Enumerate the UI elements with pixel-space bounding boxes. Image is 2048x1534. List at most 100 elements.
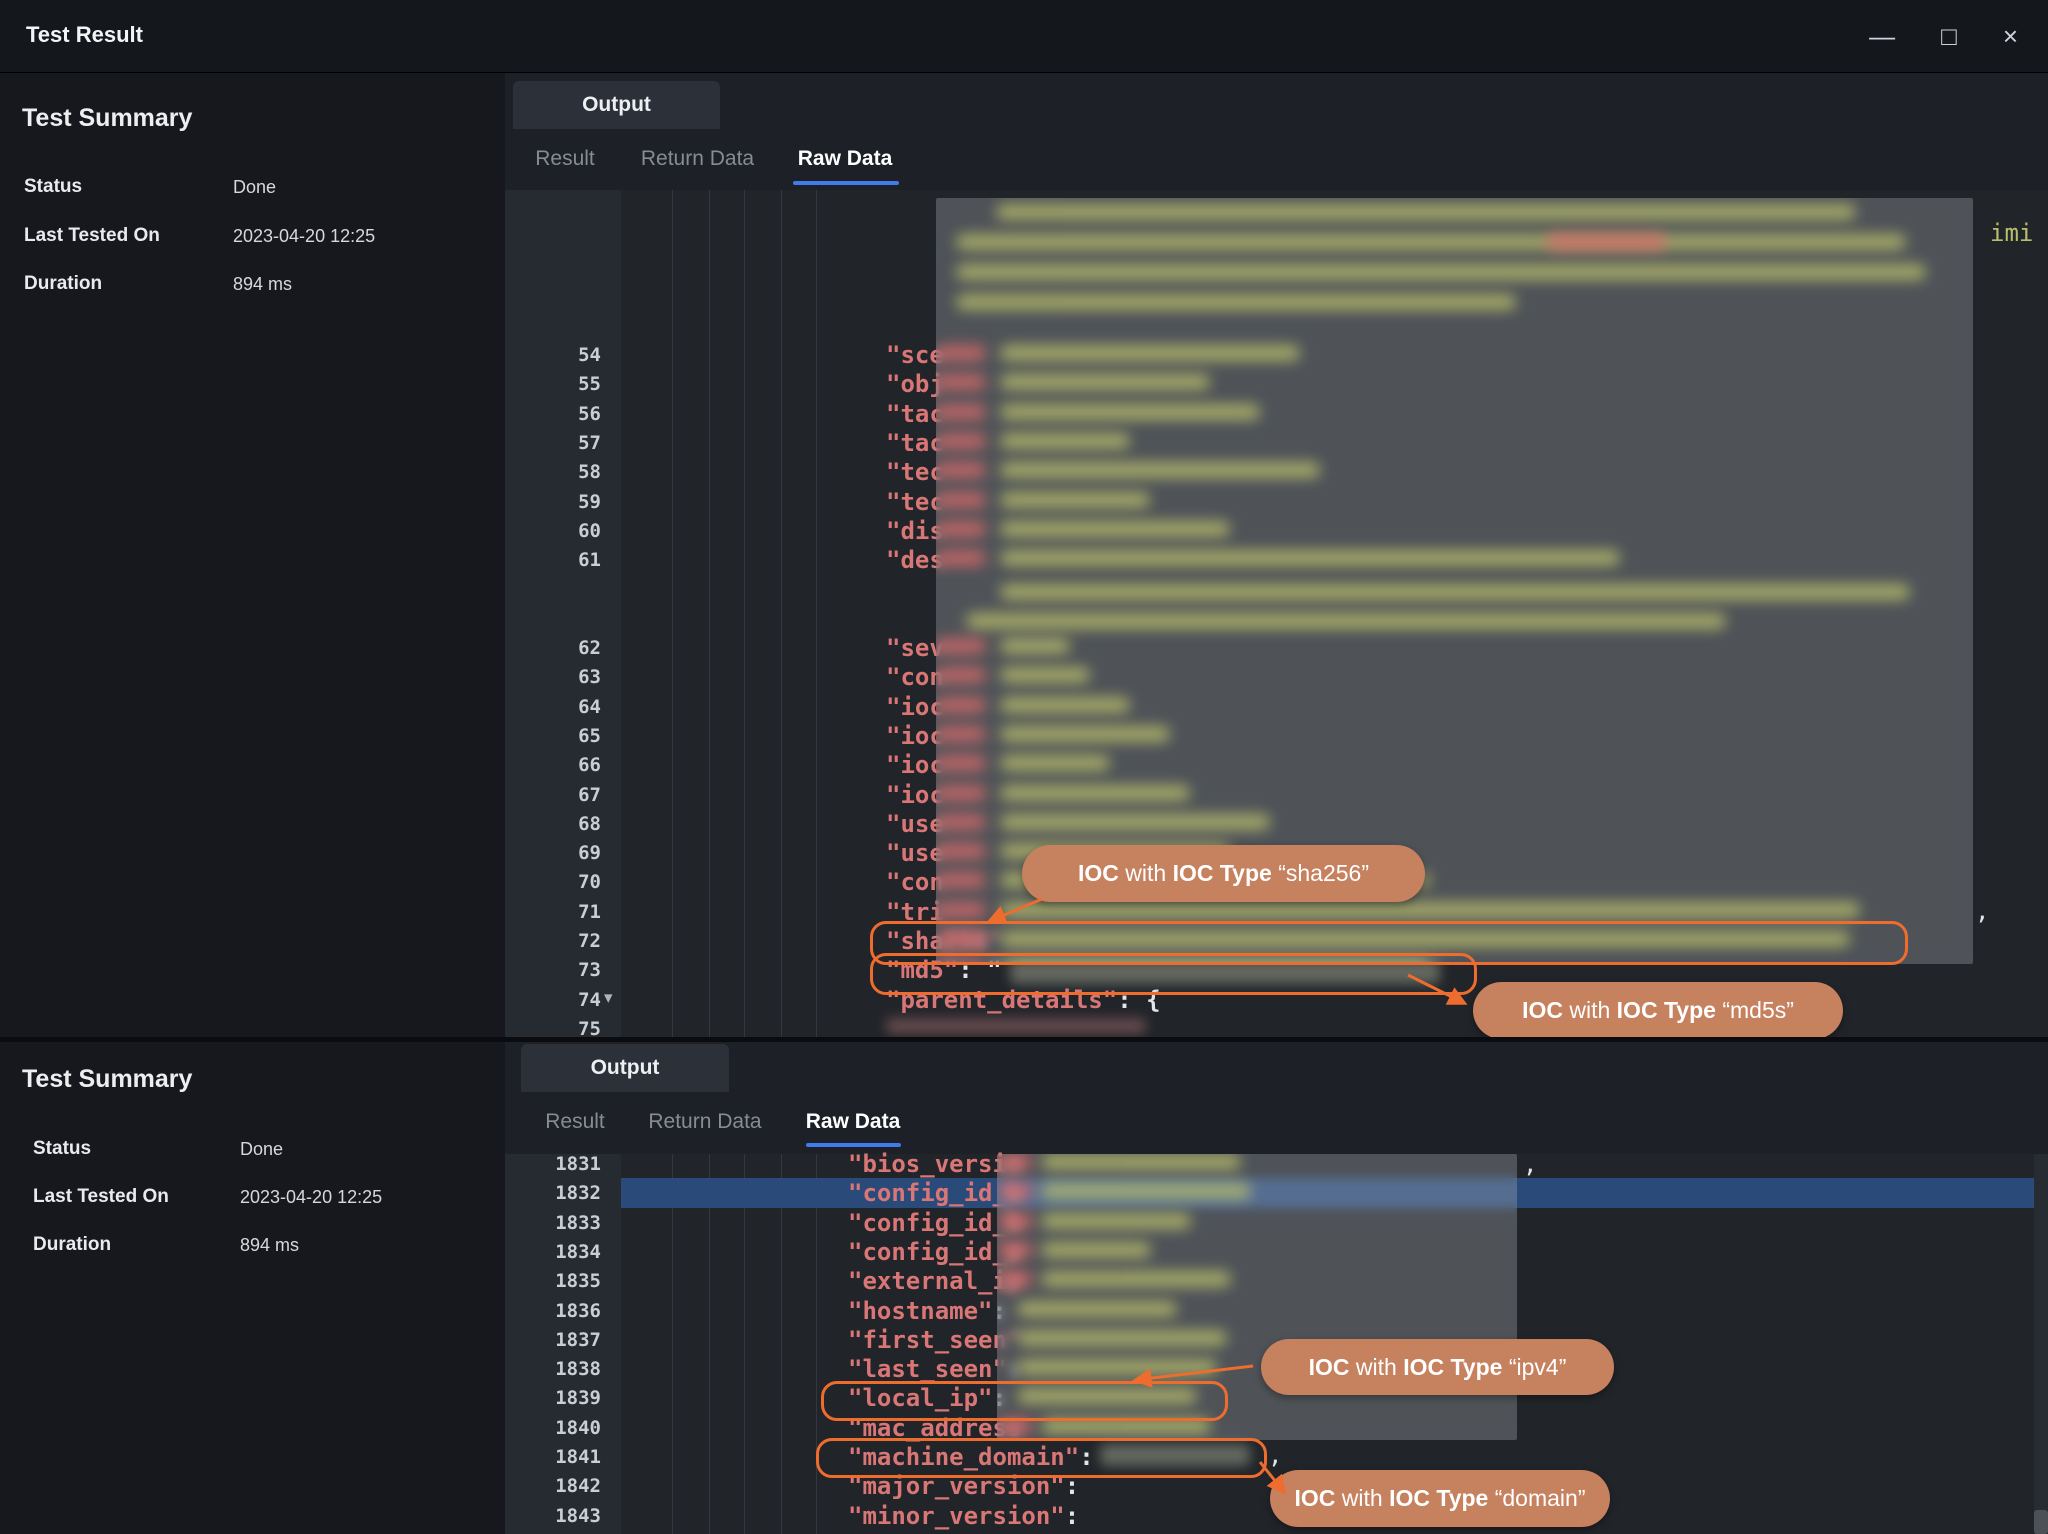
blur-bar bbox=[1546, 234, 1666, 250]
line-number: 1841 bbox=[505, 1442, 601, 1472]
code-text: "config_id_p bbox=[848, 1237, 1021, 1267]
subtab-result[interactable]: Result bbox=[520, 1107, 630, 1137]
blur-bar bbox=[1000, 814, 1270, 830]
blur-bar bbox=[997, 1154, 1033, 1170]
close-icon[interactable]: × bbox=[2003, 23, 2018, 49]
line-number: 57 bbox=[505, 428, 601, 458]
code-text: "external_ip bbox=[848, 1266, 1021, 1296]
blur-bar bbox=[936, 726, 986, 742]
blur-bar bbox=[936, 492, 986, 508]
blur-bar bbox=[1000, 462, 1320, 478]
ioc-highlight-box-local-ip bbox=[821, 1381, 1228, 1421]
blur-bar bbox=[1000, 374, 1210, 390]
line-number: 73 bbox=[505, 955, 601, 985]
blur-bar bbox=[1000, 550, 1620, 566]
ioc-highlight-box-machine-domain bbox=[816, 1438, 1267, 1478]
subtab-return-data[interactable]: Return Data bbox=[625, 144, 770, 174]
blur-bar bbox=[936, 638, 986, 654]
trailing-comma: , bbox=[1268, 1440, 1282, 1470]
blur-bar bbox=[1041, 1213, 1191, 1229]
code-text: "last_seen": bbox=[848, 1354, 1021, 1384]
line-number: 1834 bbox=[505, 1237, 601, 1267]
line-number: 60 bbox=[505, 516, 601, 546]
blur-bar bbox=[936, 433, 986, 449]
blur-bar bbox=[936, 902, 986, 918]
blur-bar bbox=[936, 814, 986, 830]
line-number: 1832 bbox=[505, 1178, 601, 1208]
line-number: 72 bbox=[505, 926, 601, 956]
blur-bar bbox=[936, 755, 986, 771]
line-number: 64 bbox=[505, 692, 601, 722]
line-number: 66 bbox=[505, 750, 601, 780]
blur-bar bbox=[956, 234, 1906, 250]
test-result-window: Test Result — □ × Test Summary Status Do… bbox=[0, 0, 2048, 1534]
blur-bar bbox=[996, 204, 1856, 220]
code-text: "bios_versio bbox=[848, 1149, 1021, 1179]
blur-bar bbox=[997, 1242, 1033, 1258]
tab-output[interactable]: Output bbox=[513, 81, 720, 129]
blur-bar bbox=[1041, 1271, 1231, 1287]
line-number: 75 bbox=[505, 1014, 601, 1037]
code-text: "first_seen" bbox=[848, 1325, 1021, 1355]
line-number: 67 bbox=[505, 780, 601, 810]
subtab-raw-data[interactable]: Raw Data bbox=[798, 1107, 908, 1137]
blur-bar bbox=[936, 374, 986, 390]
blur-bar bbox=[936, 345, 986, 361]
titlebar: Test Result — □ × bbox=[0, 0, 2048, 73]
line-number: 1840 bbox=[505, 1413, 601, 1443]
blur-bar bbox=[1041, 1242, 1151, 1258]
active-tab-underline bbox=[806, 1143, 901, 1147]
subtab-raw-data[interactable]: Raw Data bbox=[790, 144, 900, 174]
summary-value-duration: 894 ms bbox=[233, 274, 292, 295]
subtab-return-data[interactable]: Return Data bbox=[630, 1107, 780, 1137]
minimize-icon[interactable]: — bbox=[1869, 23, 1895, 49]
ioc-annotation-domain: IOC with IOC Type “domain” bbox=[1270, 1470, 1610, 1527]
subtab-result[interactable]: Result bbox=[510, 144, 620, 174]
blur-bar bbox=[1017, 1330, 1227, 1346]
ioc-highlight-box-md5 bbox=[870, 953, 1477, 995]
ioc-annotation-md5s: IOC with IOC Type “md5s” bbox=[1473, 982, 1843, 1037]
vertical-scrollbar[interactable] bbox=[2034, 1154, 2048, 1534]
ioc-annotation-sha256: IOC with IOC Type “sha256” bbox=[1022, 845, 1425, 902]
blur-bar bbox=[1000, 755, 1110, 771]
line-number: 1831 bbox=[505, 1149, 601, 1179]
blur-bar bbox=[936, 697, 986, 713]
line-number: 69 bbox=[505, 838, 601, 868]
active-tab-underline bbox=[793, 181, 899, 185]
blur-bar bbox=[1000, 433, 1130, 449]
maximize-icon[interactable]: □ bbox=[1941, 23, 1957, 49]
line-number: 59 bbox=[505, 487, 601, 517]
code-line: 1843"minor_version": bbox=[0, 1501, 2048, 1531]
summary-label-status: Status bbox=[24, 176, 82, 198]
blur-bar bbox=[1000, 404, 1260, 420]
line-number: 1835 bbox=[505, 1266, 601, 1296]
line-number: 55 bbox=[505, 369, 601, 399]
blur-bar bbox=[936, 521, 986, 537]
line-number: 1833 bbox=[505, 1208, 601, 1238]
panel-top: Test Summary Status Done Last Tested On … bbox=[0, 72, 2048, 1037]
code-text: "config_id_b bbox=[848, 1208, 1021, 1238]
blur-bar bbox=[1000, 492, 1150, 508]
blur-bar bbox=[1000, 902, 1860, 918]
tab-output[interactable]: Output bbox=[521, 1044, 729, 1092]
collapse-caret-icon[interactable]: ▾ bbox=[604, 988, 613, 1008]
line-number: 1837 bbox=[505, 1325, 601, 1355]
line-number: 1836 bbox=[505, 1296, 601, 1326]
summary-label-last-tested: Last Tested On bbox=[24, 225, 160, 247]
line-number: 1843 bbox=[505, 1501, 601, 1531]
blur-bar bbox=[936, 667, 986, 683]
summary-title: Test Summary bbox=[22, 104, 192, 133]
blur-bar bbox=[1017, 1359, 1217, 1375]
panel-divider bbox=[0, 1037, 2048, 1042]
blur-bar bbox=[1000, 584, 1910, 600]
blur-bar bbox=[956, 294, 1516, 310]
scrollbar-thumb[interactable] bbox=[2034, 1510, 2048, 1534]
window-controls: — □ × bbox=[1869, 0, 2018, 72]
blur-bar bbox=[997, 1213, 1033, 1229]
blur-bar bbox=[936, 872, 986, 888]
blur-bar bbox=[1017, 1301, 1177, 1317]
line-number: 61 bbox=[505, 545, 601, 575]
line-number: 1839 bbox=[505, 1383, 601, 1413]
line-number: 68 bbox=[505, 809, 601, 839]
blur-bar bbox=[1000, 726, 1170, 742]
